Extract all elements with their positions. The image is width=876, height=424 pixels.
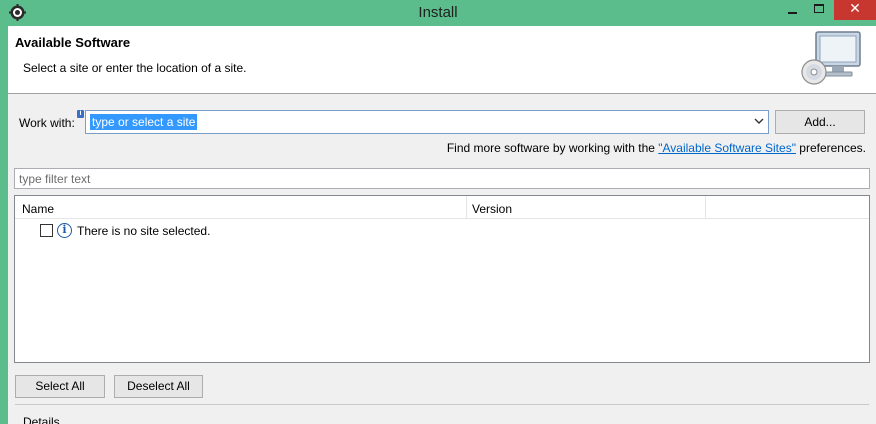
available-software-sites-link[interactable]: "Available Software Sites" [658,141,796,155]
minimize-button[interactable] [780,0,806,20]
filter-placeholder: type filter text [19,172,91,186]
work-with-value[interactable]: type or select a site [90,114,198,130]
window-title: Install [418,4,458,21]
install-dialog: Available Software Select a site or ente… [8,26,876,424]
close-button[interactable]: ✕ [834,0,876,20]
details-label: Details [23,415,60,424]
chevron-down-icon[interactable] [754,116,764,126]
column-divider[interactable] [705,196,706,219]
maximize-icon [814,4,824,13]
maximize-button[interactable] [806,0,832,20]
add-site-button[interactable]: Add... [775,110,865,134]
tree-row[interactable]: i There is no site selected. [15,221,869,239]
page-title: Available Software [15,35,131,50]
content-assist-icon: i [77,110,84,118]
software-tree[interactable]: Name Version i There is no site selected… [14,195,870,363]
column-header-version[interactable]: Version [472,202,512,216]
info-icon: i [57,223,72,238]
find-more-suffix: preferences. [795,141,866,155]
find-more-prefix: Find more software by working with the [446,141,659,155]
column-header-name[interactable]: Name [22,202,54,216]
tree-header: Name Version [15,196,869,219]
dialog-header: Available Software Select a site or ente… [8,26,876,94]
close-icon: ✕ [849,1,861,17]
select-all-button[interactable]: Select All [15,375,105,398]
filter-input[interactable]: type filter text [14,168,870,189]
row-checkbox[interactable] [40,224,53,237]
title-bar: Install ✕ [0,0,876,26]
page-description: Select a site or enter the location of a… [23,61,247,75]
work-with-combo[interactable]: type or select a site [85,110,769,134]
column-divider[interactable] [466,196,467,219]
deselect-all-button[interactable]: Deselect All [114,375,203,398]
install-monitor-cd-icon [801,31,861,85]
minimize-icon [788,12,797,14]
find-more-text: Find more software by working with the "… [447,141,866,155]
details-divider [15,404,869,405]
work-with-label: Work with: [19,116,75,130]
row-name: There is no site selected. [77,224,211,238]
